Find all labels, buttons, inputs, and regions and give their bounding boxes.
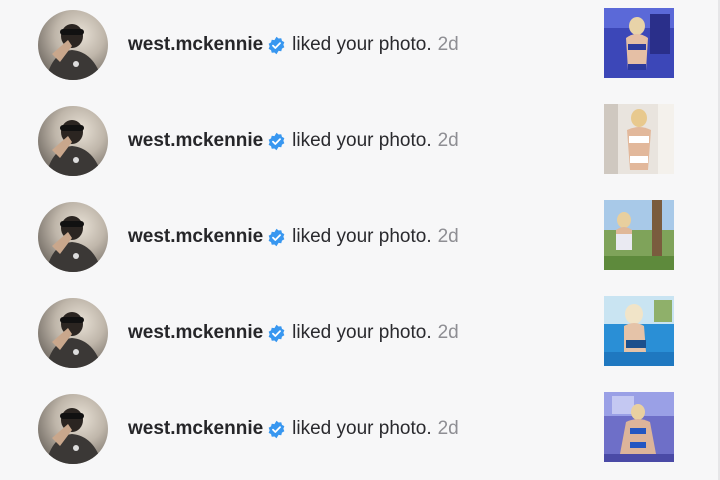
- notifications-list: west.mckennie liked your photo. 2d west.…: [0, 0, 720, 480]
- timestamp: 2d: [437, 34, 459, 55]
- avatar[interactable]: [38, 202, 108, 272]
- avatar[interactable]: [38, 298, 108, 368]
- verified-badge-icon: [267, 420, 286, 439]
- action-text: liked your photo.: [292, 226, 432, 247]
- notification-row[interactable]: west.mckennie liked your photo. 2d: [0, 288, 700, 384]
- timestamp: 2d: [437, 130, 459, 151]
- notification-row[interactable]: west.mckennie liked your photo. 2d: [0, 192, 700, 288]
- verified-badge-icon: [267, 36, 286, 55]
- notification-row[interactable]: west.mckennie liked your photo. 2d: [0, 384, 700, 480]
- avatar[interactable]: [38, 106, 108, 176]
- action-text: liked your photo.: [292, 34, 432, 55]
- timestamp: 2d: [437, 226, 459, 247]
- username-link[interactable]: west.mckennie: [128, 322, 263, 344]
- action-text: liked your photo.: [292, 418, 432, 439]
- action-text: liked your photo.: [292, 322, 432, 343]
- avatar[interactable]: [38, 394, 108, 464]
- verified-badge-icon: [267, 132, 286, 151]
- verified-badge-icon: [267, 228, 286, 247]
- post-thumbnail[interactable]: [604, 200, 674, 270]
- username-link[interactable]: west.mckennie: [128, 34, 263, 56]
- notification-text: west.mckennie liked your photo. 2d: [128, 418, 459, 440]
- notification-row[interactable]: west.mckennie liked your photo. 2d: [0, 96, 700, 192]
- post-thumbnail[interactable]: [604, 392, 674, 462]
- post-thumbnail[interactable]: [604, 104, 674, 174]
- notification-text: west.mckennie liked your photo. 2d: [128, 322, 459, 344]
- verified-badge-icon: [267, 324, 286, 343]
- username-link[interactable]: west.mckennie: [128, 418, 263, 440]
- post-thumbnail[interactable]: [604, 8, 674, 78]
- action-text: liked your photo.: [292, 130, 432, 151]
- notification-text: west.mckennie liked your photo. 2d: [128, 130, 459, 152]
- notification-text: west.mckennie liked your photo. 2d: [128, 34, 459, 56]
- notification-text: west.mckennie liked your photo. 2d: [128, 226, 459, 248]
- username-link[interactable]: west.mckennie: [128, 130, 263, 152]
- timestamp: 2d: [437, 418, 459, 439]
- username-link[interactable]: west.mckennie: [128, 226, 263, 248]
- timestamp: 2d: [437, 322, 459, 343]
- avatar[interactable]: [38, 10, 108, 80]
- notification-row[interactable]: west.mckennie liked your photo. 2d: [0, 0, 700, 96]
- post-thumbnail[interactable]: [604, 296, 674, 366]
